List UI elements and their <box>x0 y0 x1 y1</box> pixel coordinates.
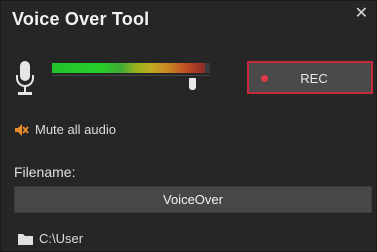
microphone-icon <box>16 61 34 95</box>
volume-slider-track[interactable] <box>52 75 210 76</box>
audio-level-meter <box>52 63 210 73</box>
close-icon[interactable]: ✕ <box>355 5 368 21</box>
panel-title: Voice Over Tool <box>12 9 150 29</box>
mute-all-audio-toggle[interactable]: Mute all audio <box>14 122 116 137</box>
filename-label: Filename: <box>14 164 76 180</box>
folder-icon <box>18 233 33 245</box>
volume-slider-handle[interactable] <box>189 78 197 90</box>
output-folder-path: C:\User <box>39 231 84 246</box>
mute-all-audio-label: Mute all audio <box>35 122 116 137</box>
output-folder-button[interactable]: C:\User <box>18 231 83 246</box>
speaker-mute-icon <box>15 123 29 136</box>
audio-level-fill <box>52 63 206 73</box>
record-button-label: REC <box>300 71 328 86</box>
record-button[interactable]: REC <box>247 61 373 94</box>
filename-input[interactable] <box>14 186 372 213</box>
voice-over-panel: Voice Over Tool ✕ REC Mute all audio Fil… <box>0 0 377 252</box>
